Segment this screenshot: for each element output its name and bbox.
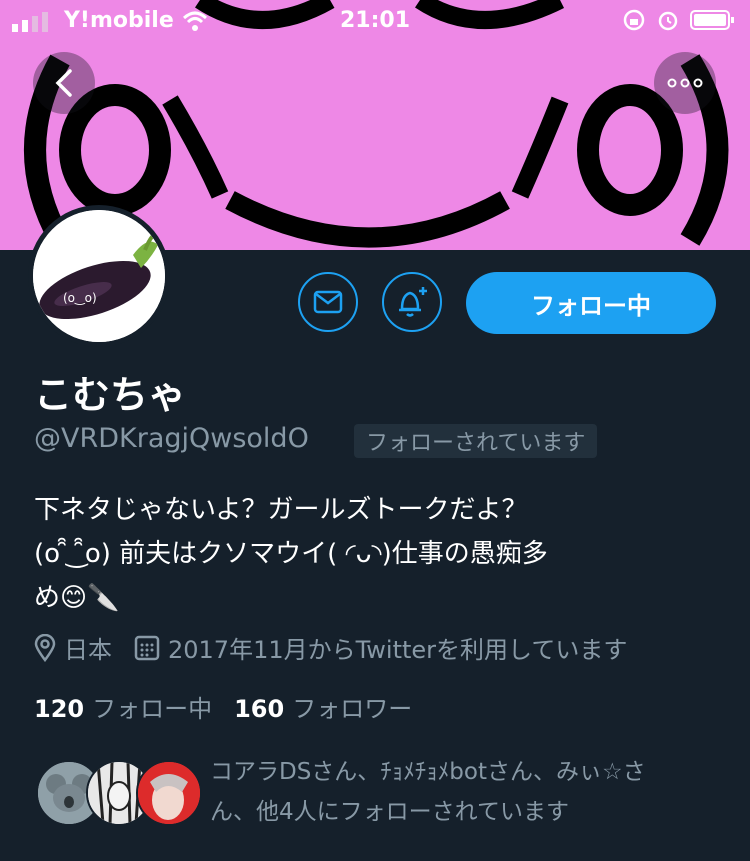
known-followers-avatars[interactable]: [36, 760, 202, 826]
following-button[interactable]: フォロー中: [466, 272, 716, 334]
profile-handle: @VRDKragjQwsoldO: [34, 423, 309, 454]
eggplant-avatar-image: (o‿o): [33, 210, 165, 342]
location-pin-icon: [34, 633, 56, 662]
known-followers-line: ん、他4人にフォローされています: [210, 799, 569, 825]
envelope-icon: [313, 290, 343, 314]
battery-icon: [690, 10, 734, 30]
bio-line: 下ネタじゃないよ？ガールズトークだよ？: [34, 495, 528, 525]
calendar-icon: [134, 635, 160, 660]
known-followers-text[interactable]: コアラDSさん、ﾁｮﾒﾁｮﾒbotさん、みぃ☆さ ん、他4人にフォローされていま…: [210, 752, 710, 832]
location: 日本: [34, 630, 112, 665]
bio-line: (o ̑̑ ͜ ̑̑o) 前夫はクソマウイ( ◜ᴗ◝)仕事の愚痴多: [34, 539, 548, 569]
profile-name: こむちゃ: [34, 373, 187, 417]
follow-counts: 120 フォロー中 160 フォロワー: [34, 689, 426, 724]
more-options-button[interactable]: [654, 52, 716, 114]
known-followers-line: コアラDSさん、ﾁｮﾒﾁｮﾒbotさん、みぃ☆さ: [210, 759, 646, 785]
notifications-button[interactable]: [382, 272, 442, 332]
chevron-left-icon: [55, 69, 72, 97]
join-date: 2017年11月からTwitterを利用しています: [134, 630, 627, 665]
location-text: 日本: [64, 636, 112, 664]
following-label[interactable]: フォロー中: [92, 689, 212, 724]
followers-label[interactable]: フォロワー: [292, 689, 412, 724]
follows-you-badge: フォローされています: [354, 424, 598, 458]
profile-avatar[interactable]: (o‿o): [28, 205, 170, 347]
anime-avatar-image: [138, 762, 200, 824]
bell-plus-icon: [399, 287, 427, 317]
status-bar: Y!mobile 21:01: [0, 0, 750, 42]
rotation-lock-icon: [623, 9, 645, 31]
profile-bio: 下ネタじゃないよ？ガールズトークだよ？ (o ̑̑ ͜ ̑̑o) 前夫はクソマウ…: [34, 488, 714, 620]
following-count[interactable]: 120: [34, 695, 84, 723]
alarm-icon: [658, 11, 678, 31]
avatar: [136, 760, 202, 826]
bio-line: め😊🔪: [34, 583, 120, 613]
profile-meta: 日本 2017年11月からTwitterを利用しています: [34, 630, 649, 665]
followers-count[interactable]: 160: [234, 695, 284, 723]
avatar-face-text: (o‿o): [63, 291, 97, 305]
message-button[interactable]: [298, 272, 358, 332]
back-button[interactable]: [33, 52, 95, 114]
more-icon: [667, 78, 703, 88]
join-date-text: 2017年11月からTwitterを利用しています: [168, 636, 628, 664]
